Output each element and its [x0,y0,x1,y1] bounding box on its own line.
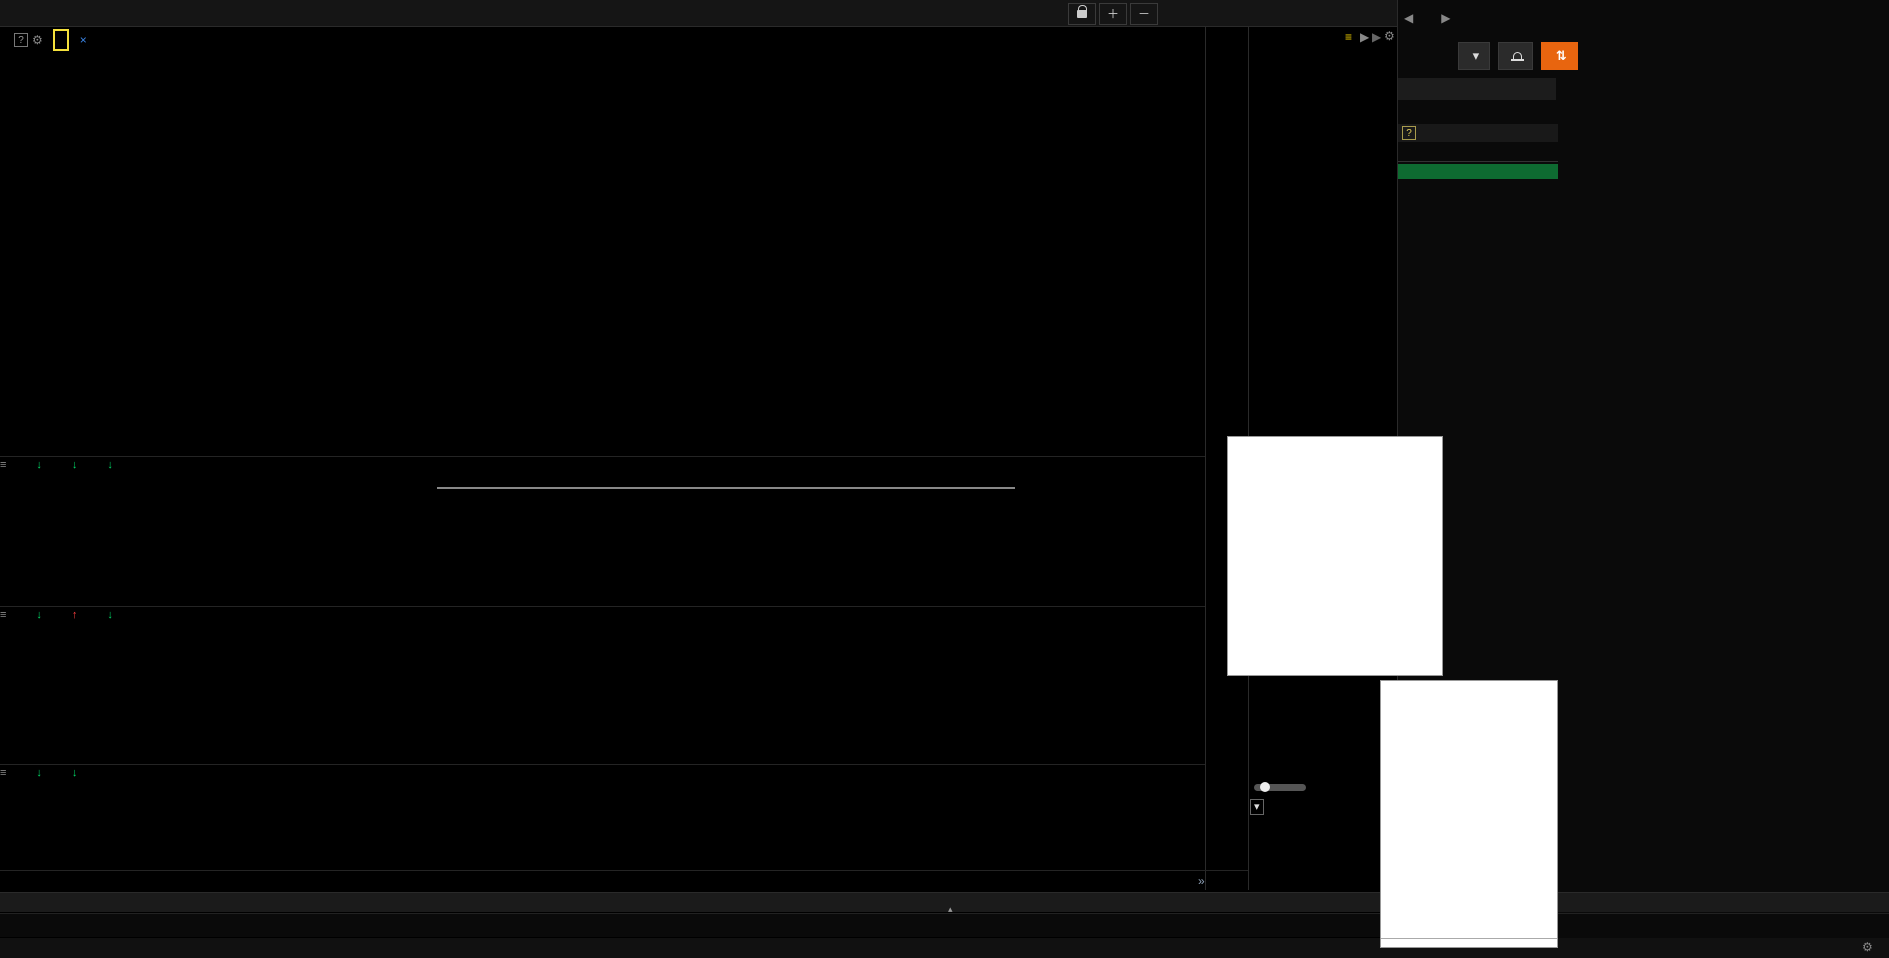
trade-status-row [1398,78,1556,100]
watchlist-button[interactable]: ▾ [1458,42,1491,70]
weibi-row [1398,102,1556,122]
kd-pane-header: ≡ ↓ ↓ [0,766,1205,780]
play-icon[interactable]: ▶ [1360,30,1369,44]
arrow-down-icon: ↓ [36,609,42,621]
main-business-chart [1380,680,1558,948]
chip-gear-icon[interactable]: ⚙ [1384,29,1395,43]
alert-button[interactable] [1498,42,1534,70]
full-book-link[interactable]: ? [1398,124,1558,142]
capacity-table [437,487,1015,489]
overlay-close-icon[interactable]: × [80,33,87,47]
macd-chart[interactable] [0,624,1205,764]
buy-sell-ratio-bar [1398,164,1558,179]
expand-icon[interactable]: » [1198,874,1205,888]
bottom-tab-bar [0,913,1889,937]
profit-slider[interactable] [1254,782,1306,792]
chip-panel: ▾ [1250,780,1397,816]
chip-distribution-chart [1250,56,1397,466]
status-bar [0,938,1889,958]
arrow-down-icon: ↓ [107,609,113,621]
unlock-icon[interactable] [1068,2,1096,25]
gear-icon[interactable]: ⚙ [32,33,43,47]
stock-nav: ◀ ▶ [1398,4,1889,32]
help-icon[interactable]: ? [14,33,28,47]
day-tabs [1559,102,1889,122]
pane-icon: ≡ [0,767,7,779]
price-row: ▾ ⇅ [1398,36,1889,76]
chart-title [1381,938,1557,943]
indicator-tab-bar [0,892,1889,912]
arrow-down-icon: ↓ [36,459,42,471]
kd-chart[interactable] [0,782,1205,868]
zoom-controls: ＋ － [1068,1,1161,26]
play-icon2[interactable]: ▶ [1372,30,1381,44]
bell-icon [1511,52,1525,61]
chip-sort-icon[interactable]: ≡ [1345,30,1352,44]
candlestick-chart[interactable] [0,55,1205,460]
arrow-down-icon: ↓ [71,459,78,471]
pane-icon: ≡ [0,459,7,471]
settings-gear-icon[interactable]: ⚙ [1862,940,1873,954]
volume-chart[interactable] [0,474,1205,606]
zoom-in-button[interactable]: ＋ [1099,2,1127,25]
next-stock-icon[interactable]: ▶ [1441,11,1450,25]
zoom-out-button[interactable]: － [1130,2,1158,25]
volume-pane-header: ≡ ↓ ↓ ↓ [0,458,1205,472]
chart-header: ? ⚙ × [0,27,1205,53]
ma-values-box [52,29,69,51]
help-icon: ? [1402,126,1416,140]
order-book: ? [1398,124,1558,181]
collapse-caret-icon[interactable]: ▴ [948,904,953,915]
arrow-down-icon: ↓ [107,459,113,471]
arrow-down-icon: ↓ [71,767,78,779]
arrow-up-icon: ↑ [71,609,78,621]
macd-pane-header: ≡ ↓ ↑ ↓ [0,608,1205,622]
book-summary [1398,142,1558,162]
pane-icon: ≡ [0,609,7,621]
trade-button[interactable]: ⇅ [1541,42,1578,70]
date-axis [0,872,1240,888]
cost-range-select[interactable]: ▾ [1250,799,1264,815]
app: ＋ － ⛶ ? ⚙ × ≡ ▶ ▶ ⚙ ≡ ↓ ↓ ↓ ≡ [0,0,1889,958]
quote-tabs [1559,78,1889,100]
arrow-down-icon: ↓ [36,767,42,779]
semi-chem-chart [1227,436,1443,676]
prev-stock-icon[interactable]: ◀ [1404,11,1413,25]
